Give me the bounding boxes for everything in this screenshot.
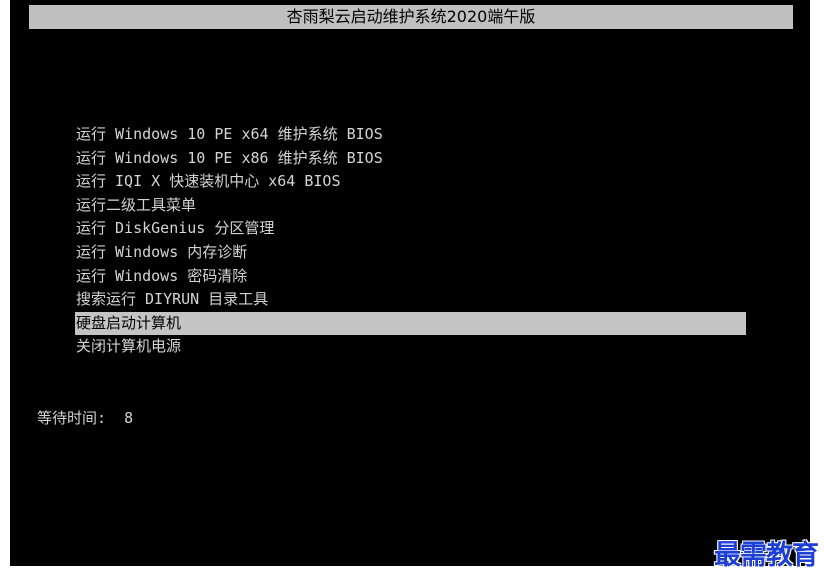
- menu-item-iqi-x-installer[interactable]: 运行 IQI X 快速装机中心 x64 BIOS: [10, 170, 746, 194]
- menu-item-secondary-tools[interactable]: 运行二级工具菜单: [10, 194, 746, 218]
- menu-item-diskgenius[interactable]: 运行 DiskGenius 分区管理: [10, 217, 746, 241]
- boot-menu: 运行 Windows 10 PE x64 维护系统 BIOS 运行 Window…: [10, 123, 810, 359]
- menu-item-memory-diagnostic[interactable]: 运行 Windows 内存诊断: [10, 241, 746, 265]
- menu-item-win10-pe-x86[interactable]: 运行 Windows 10 PE x86 维护系统 BIOS: [10, 147, 746, 171]
- countdown-timer: 等待时间: 8: [37, 406, 133, 430]
- menu-item-boot-from-hard-disk[interactable]: 硬盘启动计算机: [75, 311, 746, 336]
- countdown-value: 8: [124, 409, 134, 427]
- countdown-label: 等待时间:: [37, 409, 107, 427]
- boot-menu-title: 杏雨梨云启动维护系统2020端午版: [29, 5, 793, 29]
- menu-item-diyrun-tools[interactable]: 搜索运行 DIYRUN 目录工具: [10, 288, 746, 312]
- menu-item-power-off[interactable]: 关闭计算机电源: [10, 335, 746, 359]
- menu-item-win10-pe-x64[interactable]: 运行 Windows 10 PE x64 维护系统 BIOS: [10, 123, 746, 147]
- watermark-logo: 最需教育: [714, 540, 819, 571]
- boot-screen: 杏雨梨云启动维护系统2020端午版 运行 Windows 10 PE x64 维…: [10, 0, 810, 566]
- menu-item-password-clear[interactable]: 运行 Windows 密码清除: [10, 265, 746, 289]
